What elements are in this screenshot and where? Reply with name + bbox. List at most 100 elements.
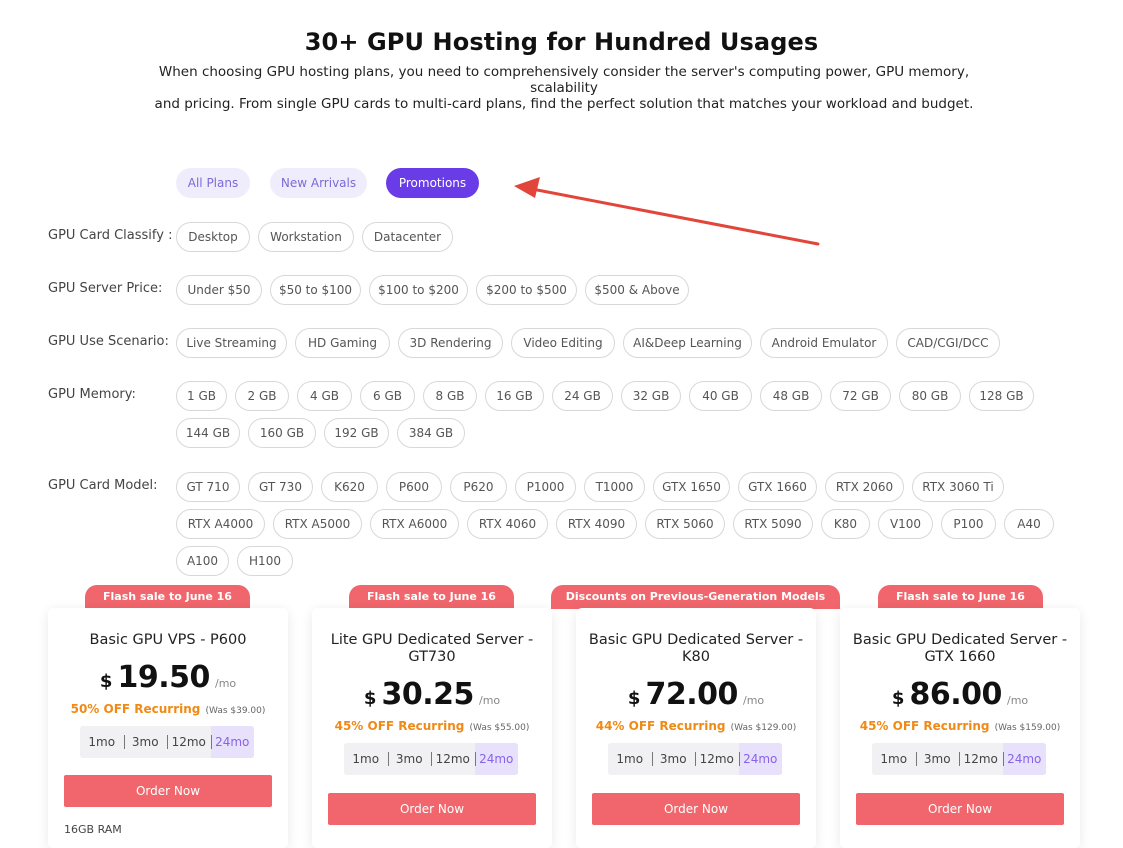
filter-option[interactable]: 16 GB <box>485 381 544 411</box>
plan-discount-row: 50% OFF Recurring (Was $39.00) <box>48 698 288 717</box>
period-option-3mo[interactable]: 3mo <box>123 726 168 758</box>
price-amount: 30.25 <box>381 677 474 712</box>
filter-option[interactable]: HD Gaming <box>295 328 390 358</box>
filter-option[interactable]: 72 GB <box>830 381 891 411</box>
filter-option[interactable]: H100 <box>237 546 293 576</box>
plan-price: $ 86.00 /mo <box>840 677 1080 712</box>
price-amount: 19.50 <box>117 660 210 695</box>
period-option-1mo[interactable]: 1mo <box>344 743 388 775</box>
price-period: /mo <box>742 694 765 707</box>
plan-card-p600: Basic GPU VPS - P600 $ 19.50 /mo 50% OFF… <box>48 608 288 848</box>
period-option-1mo[interactable]: 1mo <box>872 743 916 775</box>
was-price: (Was $39.00) <box>205 706 266 716</box>
filter-option[interactable]: GT 710 <box>176 472 240 502</box>
period-option-12mo[interactable]: 12mo <box>431 743 475 775</box>
plan-price: $ 72.00 /mo <box>576 677 816 712</box>
price-period: /mo <box>1006 694 1029 707</box>
filter-option[interactable]: $100 to $200 <box>369 275 468 305</box>
filter-option[interactable]: 48 GB <box>760 381 822 411</box>
period-option-1mo[interactable]: 1mo <box>608 743 652 775</box>
filter-option[interactable]: Android Emulator <box>760 328 888 358</box>
filter-option[interactable]: P620 <box>450 472 507 502</box>
filter-option[interactable]: 144 GB <box>176 418 240 448</box>
filter-option[interactable]: GTX 1660 <box>738 472 817 502</box>
filter-option[interactable]: RTX 5090 <box>733 509 813 539</box>
filter-option[interactable]: 24 GB <box>552 381 613 411</box>
price-currency: $ <box>99 671 113 692</box>
filter-option[interactable]: Under $50 <box>176 275 262 305</box>
filter-option[interactable]: Desktop <box>176 222 250 252</box>
filter-option[interactable]: P600 <box>386 472 442 502</box>
filter-option[interactable]: $200 to $500 <box>476 275 577 305</box>
filter-option[interactable]: P100 <box>941 509 996 539</box>
filter-option[interactable]: 6 GB <box>360 381 415 411</box>
filter-option[interactable]: Video Editing <box>511 328 615 358</box>
period-option-3mo[interactable]: 3mo <box>387 743 432 775</box>
filter-option[interactable]: Workstation <box>258 222 354 252</box>
filter-option[interactable]: 4 GB <box>297 381 352 411</box>
plan-discount-row: 44% OFF Recurring (Was $129.00) <box>576 715 816 734</box>
filter-option[interactable]: GTX 1650 <box>653 472 730 502</box>
plan-title: Lite GPU Dedicated Server - GT730 <box>330 632 534 665</box>
period-option-3mo[interactable]: 3mo <box>651 743 696 775</box>
price-currency: $ <box>891 688 905 709</box>
filter-option[interactable]: RTX A6000 <box>370 509 459 539</box>
filter-option[interactable]: GT 730 <box>248 472 313 502</box>
order-now-button[interactable]: Order Now <box>64 775 272 807</box>
filter-option[interactable]: $500 & Above <box>585 275 689 305</box>
filter-option[interactable]: P1000 <box>515 472 576 502</box>
filter-option[interactable]: Datacenter <box>362 222 453 252</box>
filter-option[interactable]: T1000 <box>584 472 645 502</box>
filter-option[interactable]: RTX A5000 <box>273 509 362 539</box>
filter-option[interactable]: CAD/CGI/DCC <box>896 328 1000 358</box>
filter-option[interactable]: RTX A4000 <box>176 509 265 539</box>
plan-title: Basic GPU VPS - P600 <box>89 632 247 648</box>
filter-option[interactable]: 1 GB <box>176 381 227 411</box>
filter-option[interactable]: V100 <box>878 509 933 539</box>
filter-option[interactable]: 2 GB <box>235 381 289 411</box>
filter-option[interactable]: 384 GB <box>397 418 465 448</box>
period-option-24mo[interactable]: 24mo <box>1002 743 1046 775</box>
filter-option[interactable]: A40 <box>1004 509 1054 539</box>
period-option-3mo[interactable]: 3mo <box>915 743 960 775</box>
filter-option[interactable]: 32 GB <box>621 381 681 411</box>
filter-option[interactable]: 160 GB <box>248 418 316 448</box>
price-amount: 86.00 <box>909 677 1002 712</box>
billing-period-selector: 1mo 3mo 12mo 24mo <box>80 726 254 758</box>
filter-option[interactable]: K620 <box>321 472 378 502</box>
was-price: (Was $55.00) <box>469 723 530 733</box>
filter-option[interactable]: 40 GB <box>689 381 752 411</box>
filter-option[interactable]: RTX 2060 <box>825 472 904 502</box>
filter-option[interactable]: 3D Rendering <box>398 328 503 358</box>
filter-option[interactable]: 8 GB <box>423 381 477 411</box>
filter-option[interactable]: RTX 3060 Ti <box>912 472 1004 502</box>
filter-option[interactable]: AI&Deep Learning <box>623 328 752 358</box>
was-price: (Was $159.00) <box>994 723 1061 733</box>
order-now-button[interactable]: Order Now <box>856 793 1064 825</box>
plan-discount-row: 45% OFF Recurring (Was $55.00) <box>312 715 552 734</box>
filter-option[interactable]: K80 <box>821 509 870 539</box>
filter-option[interactable]: Live Streaming <box>176 328 287 358</box>
filter-option[interactable]: RTX 4060 <box>467 509 548 539</box>
filter-option[interactable]: 128 GB <box>969 381 1034 411</box>
period-option-24mo[interactable]: 24mo <box>210 726 254 758</box>
order-now-button[interactable]: Order Now <box>328 793 536 825</box>
plan-card-gt730: Lite GPU Dedicated Server - GT730 $ 30.2… <box>312 608 552 848</box>
period-option-12mo[interactable]: 12mo <box>167 726 211 758</box>
filter-option[interactable]: $50 to $100 <box>270 275 361 305</box>
plan-discount-row: 45% OFF Recurring (Was $159.00) <box>840 715 1080 734</box>
filter-option[interactable]: RTX 5060 <box>645 509 725 539</box>
period-option-24mo[interactable]: 24mo <box>738 743 782 775</box>
filter-option[interactable]: RTX 4090 <box>556 509 637 539</box>
period-option-12mo[interactable]: 12mo <box>695 743 739 775</box>
filter-option[interactable]: 192 GB <box>324 418 389 448</box>
period-option-12mo[interactable]: 12mo <box>959 743 1003 775</box>
plan-title: Basic GPU Dedicated Server - GTX 1660 <box>852 632 1068 665</box>
filter-option[interactable]: A100 <box>176 546 229 576</box>
price-amount: 72.00 <box>645 677 738 712</box>
period-option-24mo[interactable]: 24mo <box>474 743 518 775</box>
order-now-button[interactable]: Order Now <box>592 793 800 825</box>
filter-option[interactable]: 80 GB <box>899 381 961 411</box>
billing-period-selector: 1mo 3mo 12mo 24mo <box>344 743 518 775</box>
period-option-1mo[interactable]: 1mo <box>80 726 124 758</box>
